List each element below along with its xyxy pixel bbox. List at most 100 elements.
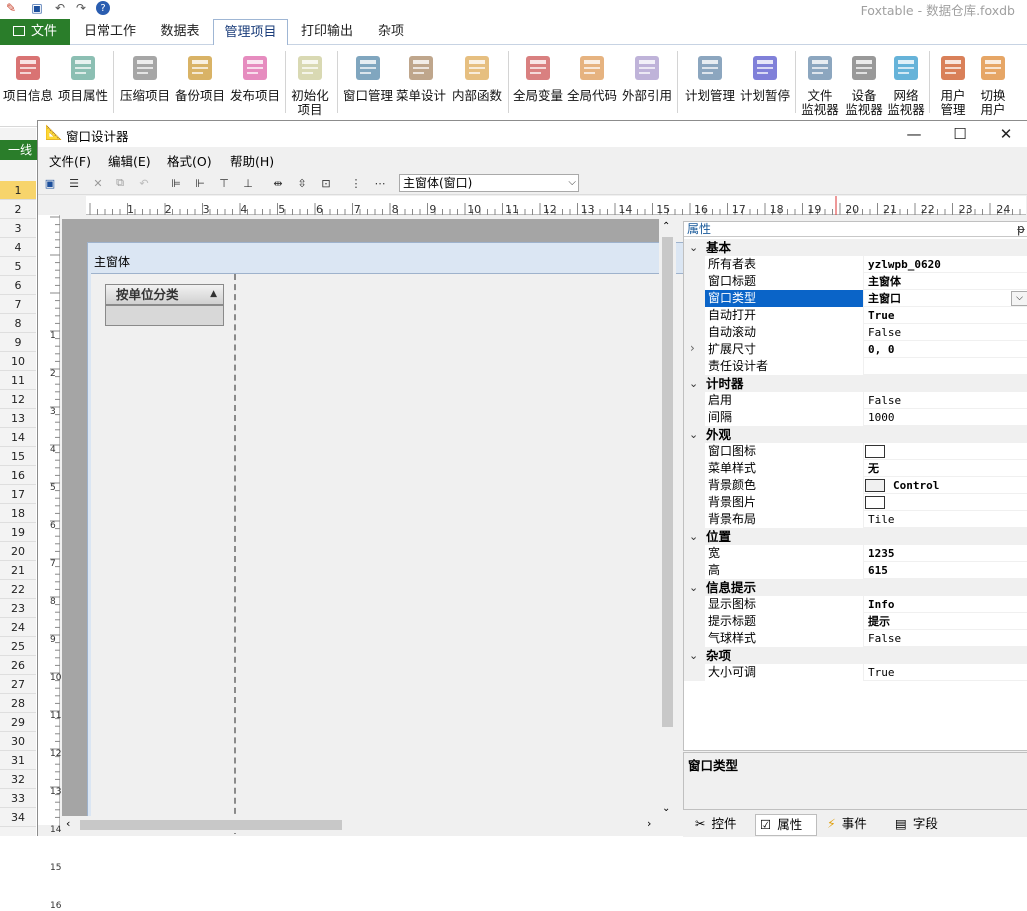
scroll-right-icon[interactable]: › <box>647 817 651 830</box>
same-size-icon[interactable]: ⊡ <box>317 174 335 192</box>
dropdown-button[interactable]: ⌵ <box>1011 291 1027 306</box>
property-row[interactable]: 自动滚动 False <box>684 324 1027 341</box>
copy-icon[interactable]: ⧉ <box>111 174 129 192</box>
property-value[interactable]: Tile <box>865 511 1027 528</box>
scroll-down-icon[interactable]: ⌄ <box>662 803 670 814</box>
property-row[interactable]: 窗口标题 主窗体 <box>684 273 1027 290</box>
pin-icon[interactable]: ᵽ <box>1017 222 1025 236</box>
scroll-left-icon[interactable]: ‹ <box>66 817 70 830</box>
ribbon-button-14[interactable]: 文件 监视器 <box>800 49 840 123</box>
canvas-vertical-scrollbar[interactable]: ⌃ ⌄ <box>659 219 676 817</box>
property-value[interactable]: 提示 <box>865 613 1027 630</box>
same-width-icon[interactable]: ⇹ <box>269 174 287 192</box>
property-row[interactable]: 高 615 <box>684 562 1027 579</box>
tab-manage-project[interactable]: 管理项目 <box>213 19 288 46</box>
property-row[interactable]: 大小可调 True <box>684 664 1027 681</box>
expand-chevron-icon[interactable]: › <box>690 341 695 355</box>
close-button[interactable]: ✕ <box>983 121 1027 147</box>
property-value[interactable]: yzlwpb_0620 <box>865 256 1027 273</box>
undo-icon[interactable]: ↶ <box>53 1 67 15</box>
outlook-group-header[interactable]: 按单位分类 ▲ <box>105 284 224 305</box>
collapse-chevron-icon[interactable]: ⌄ <box>689 647 698 664</box>
align-left-icon[interactable]: ⊫ <box>167 174 185 192</box>
property-category[interactable]: ⌄ 信息提示 <box>684 579 1027 596</box>
property-value[interactable]: 615 <box>865 562 1027 579</box>
collapse-chevron-icon[interactable]: ⌄ <box>689 239 698 256</box>
property-row[interactable]: 提示标题 提示 <box>684 613 1027 630</box>
property-value[interactable]: Control <box>890 477 1027 494</box>
menu-file[interactable]: 文件(F) <box>49 151 91 170</box>
property-row[interactable]: 菜单样式无 <box>684 460 1027 477</box>
ribbon-button-9[interactable]: 全局变量 <box>513 49 563 123</box>
menu-help[interactable]: 帮助(H) <box>230 151 274 170</box>
property-row[interactable]: 所有者表 yzlwpb_0620 <box>684 256 1027 273</box>
control-select[interactable]: 主窗体(窗口) ⌵ <box>399 174 579 192</box>
property-row[interactable]: 间隔 1000 <box>684 409 1027 426</box>
collapse-chevron-icon[interactable]: ⌄ <box>689 375 698 392</box>
property-value[interactable]: Info <box>865 596 1027 613</box>
tab-file[interactable]: 文件 <box>0 19 70 45</box>
property-category[interactable]: ⌄ 外观 <box>684 426 1027 443</box>
property-category[interactable]: ⌄ 计时器 <box>684 375 1027 392</box>
property-row[interactable]: 自动打开 True <box>684 307 1027 324</box>
center-vertical-icon[interactable]: ⋮ <box>347 174 365 192</box>
save-icon[interactable]: ▣ <box>30 1 44 15</box>
collapse-chevron-icon[interactable]: ⌄ <box>689 426 698 443</box>
property-value[interactable]: 主窗体 <box>865 273 1027 290</box>
minimize-button[interactable]: — <box>891 121 937 147</box>
ribbon-button-0[interactable]: 项目信息 <box>3 49 53 123</box>
align-top-icon[interactable]: ⊤ <box>215 174 233 192</box>
ribbon-button-11[interactable]: 外部引用 <box>621 49 673 123</box>
undo-icon[interactable]: ↶ <box>135 174 153 192</box>
same-height-icon[interactable]: ⇳ <box>293 174 311 192</box>
ribbon-button-15[interactable]: 设备 监视器 <box>844 49 884 123</box>
ribbon-button-2[interactable]: 压缩项目 <box>119 49 171 123</box>
menu-format[interactable]: 格式(O) <box>167 151 212 170</box>
ribbon-button-3[interactable]: 备份项目 <box>174 49 226 123</box>
panel-tab-2[interactable]: ⚡ 事件 <box>823 814 883 836</box>
scroll-up-icon[interactable]: ⌃ <box>662 221 670 232</box>
scroll-thumb[interactable] <box>80 820 342 830</box>
property-value[interactable]: False <box>865 392 1027 409</box>
property-category[interactable]: ⌄ 位置 <box>684 528 1027 545</box>
property-row[interactable]: › 扩展尺寸 0, 0 <box>684 341 1027 358</box>
tab-order-icon[interactable]: ☰ <box>65 174 83 192</box>
property-value[interactable] <box>865 358 1027 375</box>
property-row[interactable]: 窗口图标 <box>684 443 1027 460</box>
ribbon-button-7[interactable]: 菜单设计 <box>396 49 446 123</box>
tab-misc[interactable]: 杂项 <box>366 19 416 45</box>
property-value[interactable]: True <box>865 307 1027 324</box>
help-icon[interactable]: ? <box>96 1 110 15</box>
center-horizontal-icon[interactable]: ⋯ <box>371 174 389 192</box>
property-row[interactable]: 显示图标 Info <box>684 596 1027 613</box>
ribbon-button-5[interactable]: 初始化 项目 <box>289 49 331 123</box>
align-bottom-icon[interactable]: ⊥ <box>239 174 257 192</box>
tab-daily-work[interactable]: 日常工作 <box>76 19 144 45</box>
ribbon-button-18[interactable]: 切换 用户 <box>974 49 1012 123</box>
property-value[interactable]: 主窗口 <box>865 290 1027 307</box>
property-value[interactable]: False <box>865 324 1027 341</box>
ribbon-button-8[interactable]: 内部函数 <box>450 49 504 123</box>
ribbon-button-6[interactable]: 窗口管理 <box>343 49 393 123</box>
property-category[interactable]: ⌄ 杂项 <box>684 647 1027 664</box>
ribbon-button-17[interactable]: 用户 管理 <box>934 49 972 123</box>
design-form[interactable]: 主窗体 按单位分类 ▲ <box>87 242 687 834</box>
property-value[interactable]: True <box>865 664 1027 681</box>
sheet-tab[interactable]: 一线 <box>0 140 40 160</box>
align-right-icon[interactable]: ⊩ <box>191 174 209 192</box>
property-value[interactable]: 1000 <box>865 409 1027 426</box>
ribbon-button-10[interactable]: 全局代码 <box>567 49 617 123</box>
tab-print-output[interactable]: 打印输出 <box>293 19 361 45</box>
ribbon-button-4[interactable]: 发布项目 <box>227 49 283 123</box>
property-row[interactable]: 责任设计者 <box>684 358 1027 375</box>
property-value[interactable]: False <box>865 630 1027 647</box>
property-value[interactable]: 0, 0 <box>865 341 1027 358</box>
tab-data-table[interactable]: 数据表 <box>150 19 210 45</box>
ribbon-button-12[interactable]: 计划管理 <box>684 49 736 123</box>
property-row[interactable]: 背景图片 <box>684 494 1027 511</box>
collapse-chevron-icon[interactable]: ⌄ <box>689 579 698 596</box>
property-row[interactable]: 窗口类型 主窗口 ⌵ <box>684 290 1027 307</box>
property-value[interactable]: 1235 <box>865 545 1027 562</box>
delete-icon[interactable]: ✕ <box>89 174 107 192</box>
panel-tab-0[interactable]: ✂ 控件 <box>691 814 751 836</box>
